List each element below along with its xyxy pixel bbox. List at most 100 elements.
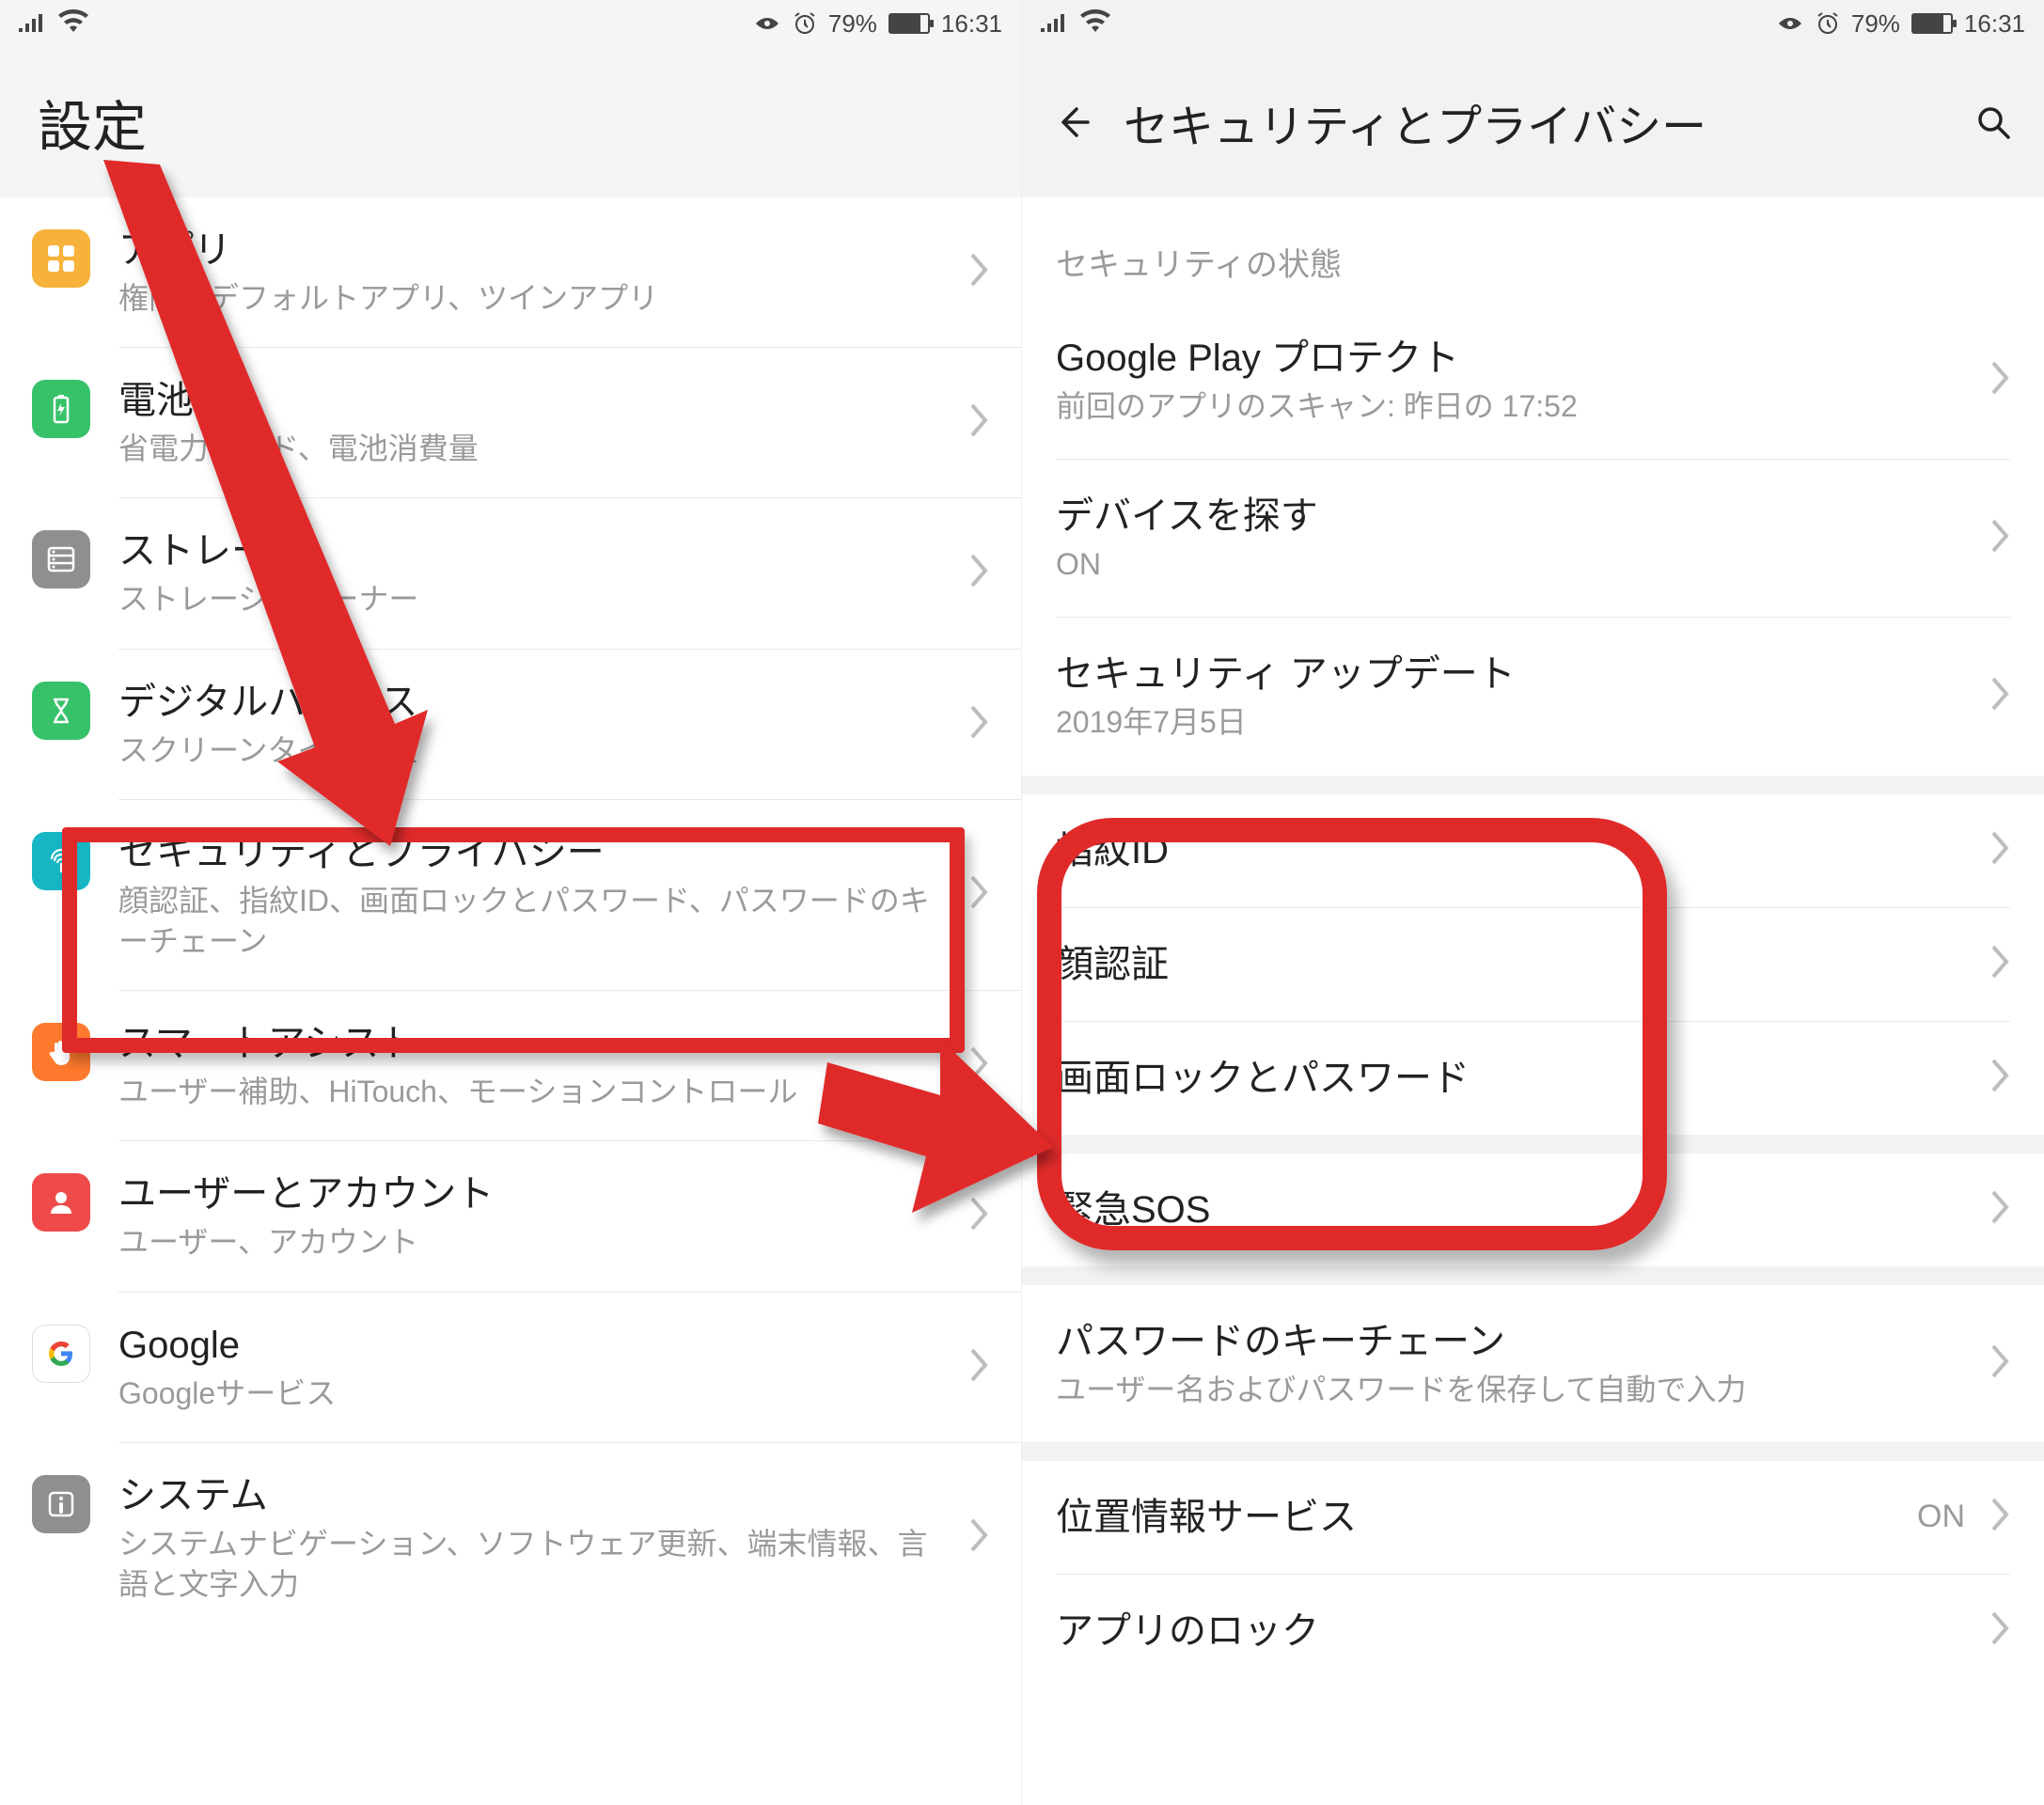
item-subtitle: スクリーンタイム管理 xyxy=(118,730,940,771)
section-label: セキュリティの状態 xyxy=(1022,197,2044,302)
item-subtitle: ストレージクリーナー xyxy=(118,579,940,620)
security-item-app-lock[interactable]: アプリのロック xyxy=(1022,1575,2044,1687)
security-item-update[interactable]: セキュリティ アップデート 2019年7月5日 xyxy=(1022,618,2044,775)
item-title: ユーザーとアカウント xyxy=(118,1169,940,1218)
settings-item-google[interactable]: Google Googleサービス xyxy=(0,1293,1021,1442)
item-title: 電池 xyxy=(118,376,940,425)
chevron-right-icon xyxy=(1989,1342,2010,1385)
chevron-right-icon xyxy=(968,1346,989,1389)
item-subtitle: ON xyxy=(1056,544,1971,585)
chevron-right-icon xyxy=(968,401,989,444)
google-icon xyxy=(32,1325,90,1383)
item-value: ON xyxy=(1917,1499,1965,1535)
settings-list: アプリ 権限、デフォルトアプリ、ツインアプリ 電池 省電力モード、電池消費量 xyxy=(0,197,1021,1805)
section-divider xyxy=(1022,1266,2044,1285)
battery-icon xyxy=(1911,13,1953,34)
chevron-right-icon xyxy=(968,1195,989,1237)
chevron-right-icon xyxy=(1989,1609,2010,1652)
status-bar: 79% 16:31 xyxy=(1022,0,2044,47)
battery-menu-icon xyxy=(32,380,90,438)
storage-icon xyxy=(32,530,90,589)
chevron-right-icon xyxy=(1989,1057,2010,1099)
item-title: アプリのロック xyxy=(1056,1607,1971,1656)
chevron-right-icon xyxy=(1989,359,2010,401)
item-title: セキュリティとプライバシー xyxy=(118,828,940,877)
settings-item-battery[interactable]: 電池 省電力モード、電池消費量 xyxy=(0,348,1021,497)
security-item-sos[interactable]: 緊急SOS xyxy=(1022,1154,2044,1266)
item-subtitle: Googleサービス xyxy=(118,1373,940,1414)
item-title: セキュリティ アップデート xyxy=(1056,650,1971,698)
security-item-find-device[interactable]: デバイスを探す ON xyxy=(1022,460,2044,617)
item-title: Google xyxy=(118,1321,940,1370)
hand-icon xyxy=(32,1023,90,1081)
item-subtitle: ユーザー補助、HiTouch、モーションコントロール xyxy=(118,1072,940,1112)
chevron-right-icon xyxy=(968,251,989,293)
clock-time: 16:31 xyxy=(941,9,1002,39)
alarm-icon xyxy=(1816,11,1840,36)
item-subtitle: 顔認証、指紋ID、画面ロックとパスワード、パスワードのキーチェーン xyxy=(118,881,940,962)
security-item-play-protect[interactable]: Google Play プロテクト 前回のアプリのスキャン: 昨日の 17:52 xyxy=(1022,302,2044,459)
settings-item-security[interactable]: セキュリティとプライバシー 顔認証、指紋ID、画面ロックとパスワード、パスワード… xyxy=(0,800,1021,990)
fingerprint-icon xyxy=(32,832,90,890)
apps-icon xyxy=(32,229,90,288)
settings-item-apps[interactable]: アプリ 権限、デフォルトアプリ、ツインアプリ xyxy=(0,197,1021,347)
chevron-right-icon xyxy=(1989,943,2010,985)
back-button[interactable] xyxy=(1052,102,1093,143)
item-subtitle: 権限、デフォルトアプリ、ツインアプリ xyxy=(118,278,940,319)
item-title: 指紋ID xyxy=(1056,826,1971,875)
section-divider xyxy=(1022,1442,2044,1461)
item-subtitle: 前回のアプリのスキャン: 昨日の 17:52 xyxy=(1056,386,1971,427)
settings-item-system[interactable]: システム システムナビゲーション、ソフトウェア更新、端末情報、言語と文字入力 xyxy=(0,1443,1021,1633)
eye-icon xyxy=(753,14,781,33)
phone-settings: 79% 16:31 設定 アプリ 権限、デフォルトアプリ、ツインアプリ xyxy=(0,0,1022,1805)
settings-item-users[interactable]: ユーザーとアカウント ユーザー、アカウント xyxy=(0,1141,1021,1291)
chevron-right-icon xyxy=(1989,1188,2010,1231)
security-item-fingerprint[interactable]: 指紋ID xyxy=(1022,794,2044,907)
item-title: スマートアシスト xyxy=(118,1019,940,1068)
item-title: パスワードのキーチェーン xyxy=(1056,1317,1971,1366)
item-title: アプリ xyxy=(118,226,940,275)
signal-icon xyxy=(19,9,47,39)
page-title: 設定 xyxy=(38,83,147,162)
settings-item-digital-balance[interactable]: デジタルバランス スクリーンタイム管理 xyxy=(0,650,1021,799)
chevron-right-icon xyxy=(1989,829,2010,871)
settings-item-smart-assist[interactable]: スマートアシスト ユーザー補助、HiTouch、モーションコントロール xyxy=(0,991,1021,1140)
item-title: Google Play プロテクト xyxy=(1056,334,1971,383)
signal-icon xyxy=(1041,9,1069,39)
chevron-right-icon xyxy=(968,873,989,916)
item-subtitle: システムナビゲーション、ソフトウェア更新、端末情報、言語と文字入力 xyxy=(118,1524,940,1605)
settings-item-storage[interactable]: ストレージ ストレージクリーナー xyxy=(0,498,1021,648)
chevron-right-icon xyxy=(968,1516,989,1559)
security-list: セキュリティの状態 Google Play プロテクト 前回のアプリのスキャン:… xyxy=(1022,197,2044,1805)
security-item-face[interactable]: 顔認証 xyxy=(1022,908,2044,1021)
item-title: 位置情報サービス xyxy=(1056,1493,1898,1542)
item-title: システム xyxy=(118,1471,940,1520)
security-item-keychain[interactable]: パスワードのキーチェーン ユーザー名およびパスワードを保存して自動で入力 xyxy=(1022,1285,2044,1442)
wifi-icon xyxy=(1080,9,1110,39)
item-subtitle: ユーザー、アカウント xyxy=(118,1222,940,1263)
section-divider xyxy=(1022,1135,2044,1154)
phone-security: 79% 16:31 セキュリティとプライバシー セキュリティの状態 Google… xyxy=(1022,0,2044,1805)
user-icon xyxy=(32,1173,90,1232)
battery-pct: 79% xyxy=(828,9,877,39)
wifi-icon xyxy=(58,9,88,39)
chevron-right-icon xyxy=(968,1044,989,1087)
item-title: 顔認証 xyxy=(1056,940,1971,989)
security-item-location[interactable]: 位置情報サービス ON xyxy=(1022,1461,2044,1574)
chevron-right-icon xyxy=(968,703,989,746)
security-item-screen-lock[interactable]: 画面ロックとパスワード xyxy=(1022,1022,2044,1135)
header-settings: 設定 xyxy=(0,47,1021,197)
alarm-icon xyxy=(793,11,817,36)
search-button[interactable] xyxy=(1973,102,2014,143)
chevron-right-icon xyxy=(1989,517,2010,559)
hourglass-icon xyxy=(32,682,90,740)
item-subtitle: 2019年7月5日 xyxy=(1056,702,1971,743)
item-title: ストレージ xyxy=(118,526,940,575)
chevron-right-icon xyxy=(1989,675,2010,717)
battery-icon xyxy=(888,13,930,34)
eye-icon xyxy=(1776,14,1804,33)
page-title: セキュリティとプライバシー xyxy=(1124,89,1942,155)
status-bar: 79% 16:31 xyxy=(0,0,1021,47)
chevron-right-icon xyxy=(1989,1496,2010,1538)
item-title: デバイスを探す xyxy=(1056,492,1971,541)
